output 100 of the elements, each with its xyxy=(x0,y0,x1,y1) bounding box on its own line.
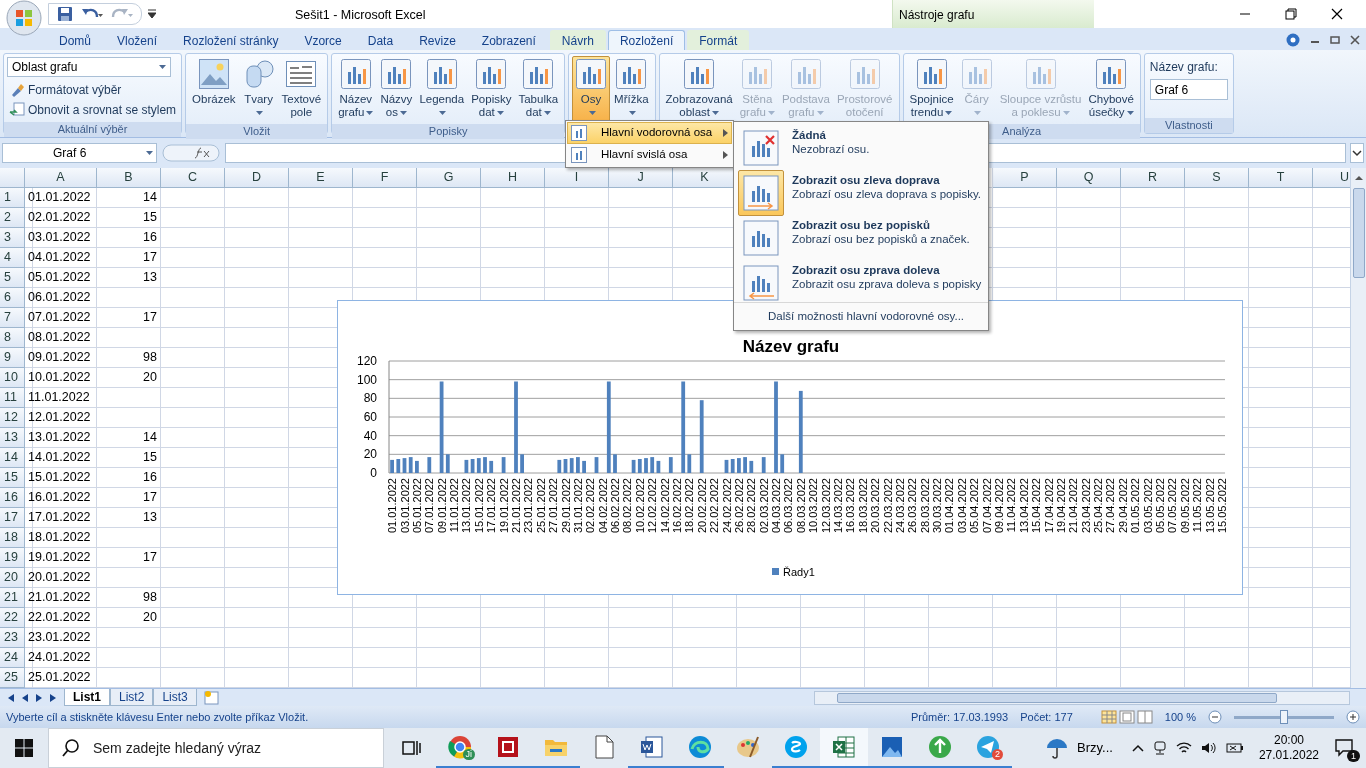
row-header[interactable]: 4 xyxy=(0,248,25,268)
row-header[interactable]: 2 xyxy=(0,208,25,228)
column-header[interactable]: S xyxy=(1185,168,1249,188)
row-header[interactable]: 21 xyxy=(0,588,25,608)
ribbon-button[interactable]: Textové pole xyxy=(278,56,325,122)
column-header[interactable]: T xyxy=(1249,168,1313,188)
customize-icon[interactable] xyxy=(148,9,156,19)
notification-icon[interactable] xyxy=(1334,736,1354,757)
restore-icon[interactable] xyxy=(1285,8,1297,20)
ribbon-button[interactable]: Názvy os xyxy=(377,56,416,122)
row-header[interactable]: 16 xyxy=(0,488,25,508)
zoom-level[interactable]: 100 % xyxy=(1164,708,1196,726)
row-header[interactable]: 10 xyxy=(0,368,25,388)
row-header[interactable]: 8 xyxy=(0,328,25,348)
ribbon-tab[interactable]: Vložení xyxy=(105,30,170,50)
ribbon-command[interactable]: Obnovit a srovnat se stylem xyxy=(7,100,179,120)
scroll-thumb[interactable] xyxy=(1353,188,1365,278)
weather-text[interactable]: Brzy... xyxy=(1077,738,1113,758)
ribbon-button[interactable]: Osy xyxy=(572,56,611,122)
zoom-thumb[interactable] xyxy=(1280,709,1288,724)
ribbon-button[interactable]: Mřížka xyxy=(611,56,652,122)
row-header[interactable]: 5 xyxy=(0,268,25,288)
column-header[interactable]: R xyxy=(1121,168,1185,188)
ribbon-tab[interactable]: Zobrazení xyxy=(469,30,548,50)
sheet-tab[interactable]: List2 xyxy=(110,689,154,706)
row-header[interactable]: 23 xyxy=(0,628,25,648)
row-header[interactable]: 11 xyxy=(0,388,25,408)
axis-option[interactable]: Zobrazit osu zprava doleva Zobrazit osu zprava doleva s popisky xyxy=(734,257,988,302)
sheet-tab[interactable]: List1 xyxy=(64,689,110,706)
ribbon-button[interactable]: Tabulka dat xyxy=(515,56,562,122)
column-header[interactable]: I xyxy=(545,168,609,188)
row-header[interactable]: 6 xyxy=(0,288,25,308)
column-header[interactable]: G xyxy=(417,168,481,188)
ribbon-button[interactable]: Název grafu xyxy=(335,56,377,122)
sheet-nav-icon[interactable] xyxy=(20,692,30,703)
column-header[interactable]: E xyxy=(289,168,353,188)
ribbon-tab[interactable]: Domů xyxy=(47,30,103,50)
row-header[interactable]: 19 xyxy=(0,548,25,568)
row-header[interactable]: 1 xyxy=(0,188,25,208)
ribbon-button[interactable]: Chybové úsečky xyxy=(1085,56,1137,122)
sheet-tab[interactable]: List3 xyxy=(153,689,197,706)
help-icon[interactable] xyxy=(1286,33,1300,47)
close-icon[interactable] xyxy=(1350,35,1360,45)
ribbon-button[interactable]: Popisky dat xyxy=(468,56,515,122)
ribbon-tab[interactable]: Návrh xyxy=(549,30,606,50)
ribbon-tab[interactable]: Data xyxy=(355,30,406,50)
row-header[interactable]: 20 xyxy=(0,568,25,588)
column-header[interactable]: U xyxy=(1313,168,1350,188)
sheet-nav-icon[interactable] xyxy=(34,692,44,703)
chart-area[interactable] xyxy=(337,300,1243,595)
row-header[interactable]: 13 xyxy=(0,428,25,448)
column-header[interactable]: B xyxy=(97,168,161,188)
zoom-in-icon[interactable] xyxy=(1346,710,1360,724)
row-header[interactable]: 25 xyxy=(0,668,25,688)
horizontal-scrollbar[interactable] xyxy=(814,690,1350,705)
restore-icon[interactable] xyxy=(1330,35,1340,45)
axis-option[interactable]: Zobrazit osu zleva doprava Zobrazí osu zleva doprava s popisky. xyxy=(734,167,988,212)
row-header[interactable]: 18 xyxy=(0,528,25,548)
ribbon-tab[interactable]: Rozložení stránky xyxy=(171,30,291,50)
save-icon[interactable] xyxy=(57,6,73,22)
ribbon-button[interactable]: Tvary xyxy=(239,56,278,122)
column-header[interactable]: H xyxy=(481,168,545,188)
ribbon-tab[interactable]: Rozložení xyxy=(607,30,686,50)
column-header[interactable]: A xyxy=(25,168,97,188)
ribbon-button[interactable]: Spojnice trendu xyxy=(906,56,957,122)
menu-item[interactable]: Hlavní svislá osa xyxy=(567,144,732,166)
row-header[interactable]: 3 xyxy=(0,228,25,248)
volume-icon[interactable] xyxy=(1200,741,1217,755)
expand-icon[interactable] xyxy=(1350,143,1364,163)
menu-item[interactable]: Hlavní vodorovná osa xyxy=(567,122,732,144)
start-button[interactable] xyxy=(15,739,33,757)
name-box[interactable]: Graf 6 xyxy=(2,143,157,163)
column-header[interactable]: J xyxy=(609,168,673,188)
selection-dropdown[interactable]: Oblast grafu xyxy=(7,57,171,77)
row-header[interactable]: 24 xyxy=(0,648,25,668)
row-header[interactable]: 22 xyxy=(0,608,25,628)
taskbar-app[interactable]: 2 xyxy=(964,728,1012,768)
row-header[interactable]: 14 xyxy=(0,448,25,468)
zoom-out-icon[interactable] xyxy=(1208,710,1222,724)
row-header[interactable]: 15 xyxy=(0,468,25,488)
task-view-icon[interactable] xyxy=(402,739,422,757)
row-header[interactable]: 7 xyxy=(0,308,25,328)
ribbon-command[interactable]: Formátovat výběr xyxy=(7,80,179,100)
search-field[interactable]: Sem zadejte hledaný výraz xyxy=(48,728,384,768)
row-header[interactable]: 9 xyxy=(0,348,25,368)
column-header[interactable]: D xyxy=(225,168,289,188)
chart-name-field[interactable]: Graf 6 xyxy=(1149,79,1228,100)
sheet-nav-icon[interactable] xyxy=(48,692,58,703)
ribbon-button[interactable]: Obrázek xyxy=(189,56,239,122)
close-icon[interactable] xyxy=(1331,8,1343,20)
column-header[interactable]: F xyxy=(353,168,417,188)
chevron-up-icon[interactable] xyxy=(1131,744,1144,752)
ribbon-tab[interactable]: Vzorce xyxy=(292,30,354,50)
taskbar-app[interactable]: Ji xyxy=(436,728,484,768)
ribbon-tab[interactable]: Formát xyxy=(687,30,750,50)
more-options-item[interactable]: Další možnosti hlavní vodorovné osy... xyxy=(734,302,988,331)
sheet-nav-icon[interactable] xyxy=(6,692,16,703)
column-header[interactable]: C xyxy=(161,168,225,188)
webcam-icon[interactable] xyxy=(1152,741,1167,755)
battery-icon[interactable] xyxy=(1225,742,1244,754)
